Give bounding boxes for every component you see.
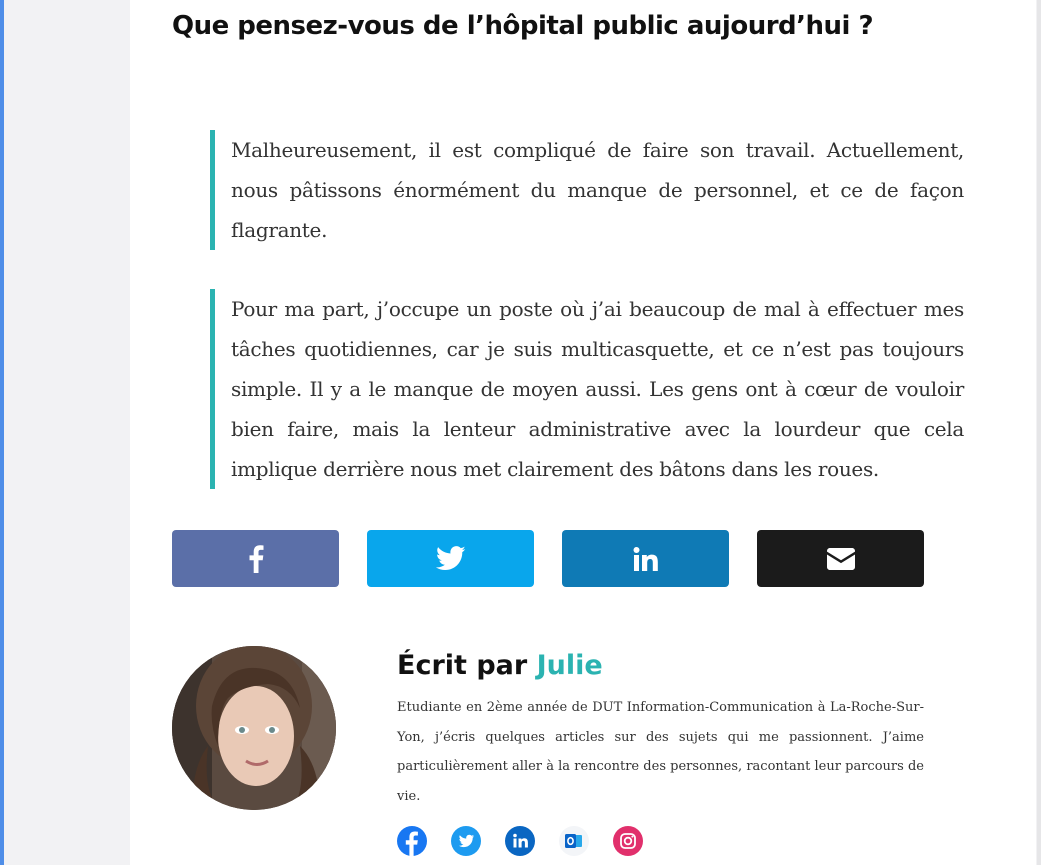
- quote-text-1: Malheureusement, il est compliqué de fai…: [231, 138, 964, 242]
- quote-text-2: Pour ma part, j’occupe un poste où j’ai …: [231, 297, 964, 481]
- article-card: Que pensez-vous de l’hôpital public aujo…: [130, 0, 1036, 865]
- author-avatar: [172, 646, 336, 810]
- author-bio: Etudiante en 2ème année de DUT Informati…: [397, 700, 924, 804]
- twitter-icon: [435, 546, 466, 571]
- blockquote-2: Pour ma part, j’occupe un poste où j’ai …: [210, 289, 964, 489]
- linkedin-icon: [633, 546, 659, 571]
- author-linkedin-link[interactable]: [505, 826, 535, 856]
- share-facebook-button[interactable]: [172, 530, 339, 587]
- linkedin-icon: [505, 826, 535, 860]
- author-instagram-link[interactable]: [613, 826, 643, 856]
- article-question-heading: Que pensez-vous de l’hôpital public aujo…: [172, 11, 874, 41]
- author-prefix: Écrit par: [397, 650, 528, 681]
- author-facebook-link[interactable]: [397, 826, 427, 856]
- share-buttons: [172, 530, 924, 587]
- blockquote-1: Malheureusement, il est compliqué de fai…: [210, 130, 964, 250]
- facebook-icon: [397, 826, 427, 860]
- share-twitter-button[interactable]: [367, 530, 534, 587]
- author-name-link[interactable]: Julie: [537, 650, 603, 681]
- twitter-icon: [451, 826, 481, 860]
- author-twitter-link[interactable]: [451, 826, 481, 856]
- share-email-button[interactable]: [757, 530, 924, 587]
- author-outlook-link[interactable]: [559, 826, 589, 856]
- author-heading: Écrit par Julie: [397, 646, 603, 686]
- share-linkedin-button[interactable]: [562, 530, 729, 587]
- facebook-icon: [248, 544, 264, 573]
- instagram-icon: [613, 826, 643, 860]
- author-social-links: [397, 826, 657, 856]
- right-border: [1037, 0, 1041, 865]
- outlook-icon: [559, 826, 589, 860]
- email-icon: [826, 547, 855, 570]
- left-border: [0, 0, 4, 865]
